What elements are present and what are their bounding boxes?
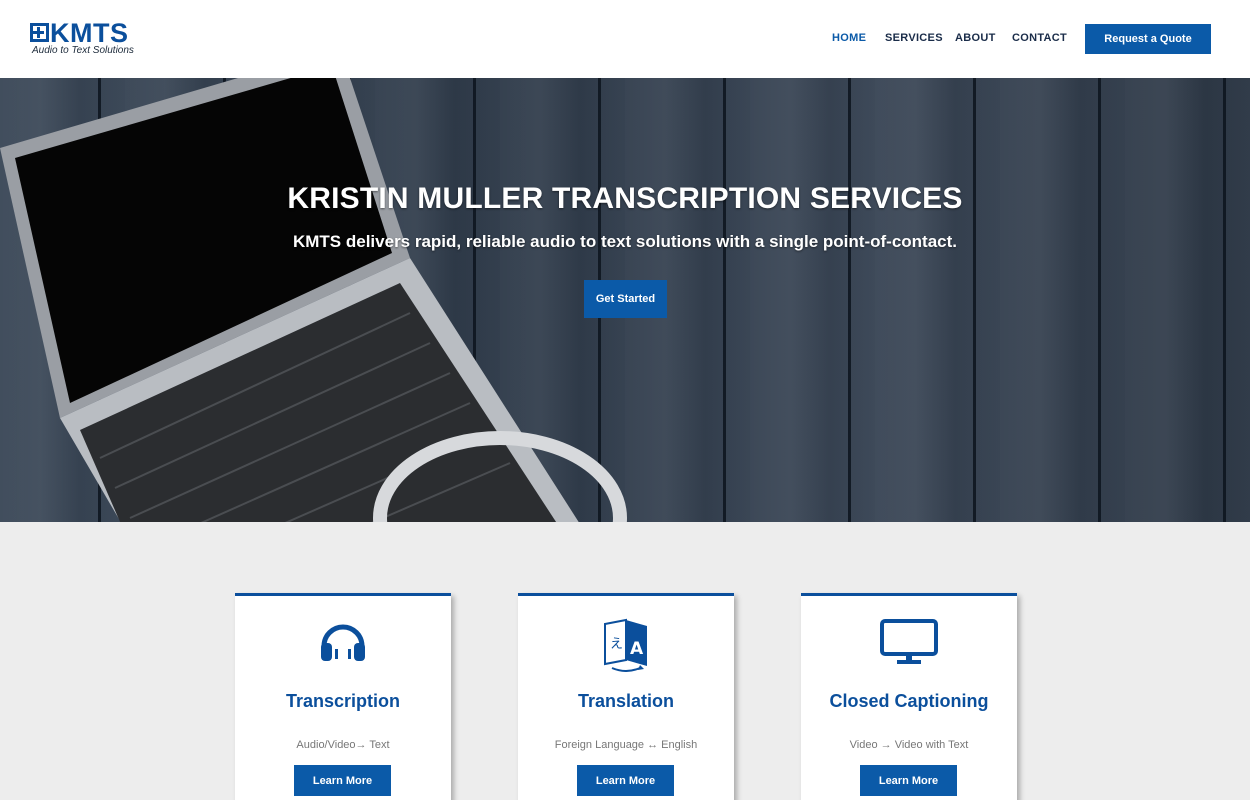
- service-description: Audio/Video→ Text: [296, 739, 390, 751]
- service-card-closed-captioning: Closed Captioning Video → Video with Tex…: [801, 593, 1017, 800]
- learn-more-button[interactable]: Learn More: [294, 765, 391, 796]
- nav-services[interactable]: SERVICES: [885, 32, 943, 44]
- monitor-icon: [801, 618, 1017, 668]
- request-quote-button[interactable]: Request a Quote: [1085, 24, 1211, 54]
- nav-contact[interactable]: CONTACT: [1012, 32, 1067, 44]
- logo-wordmark: KMTS: [50, 18, 129, 48]
- service-title: Translation: [577, 691, 675, 711]
- svg-text:え: え: [610, 637, 623, 652]
- service-description: Foreign Language ↔ English: [554, 739, 698, 751]
- hero-subtitle: KMTS delivers rapid, reliable audio to t…: [292, 232, 957, 251]
- site-header: KMTS Audio to Text Solutions HOME SERVIC…: [0, 0, 1250, 78]
- svg-text:A: A: [630, 639, 644, 659]
- get-started-button[interactable]: Get Started: [584, 280, 667, 318]
- translate-icon: え A: [518, 618, 734, 672]
- service-description: Video → Video with Text: [849, 739, 969, 751]
- logo-tagline: Audio to Text Solutions: [32, 45, 134, 56]
- logo-mark-icon: [30, 23, 49, 42]
- nav-home[interactable]: HOME: [832, 32, 866, 44]
- learn-more-button[interactable]: Learn More: [577, 765, 674, 796]
- headphones-icon: [235, 618, 451, 668]
- kmts-logo[interactable]: KMTS Audio to Text Solutions: [30, 18, 142, 58]
- service-card-transcription: Transcription Audio/Video→ Text Learn Mo…: [235, 593, 451, 800]
- learn-more-button[interactable]: Learn More: [860, 765, 957, 796]
- laptop-headphones-image: [0, 78, 627, 522]
- service-title: Transcription: [285, 691, 401, 711]
- hero-banner: KRISTIN MULLER TRANSCRIPTION SERVICES KM…: [0, 78, 1250, 522]
- service-card-translation: え A Translation Foreign Language ↔ Engli…: [518, 593, 734, 800]
- hero-title: KRISTIN MULLER TRANSCRIPTION SERVICES: [287, 182, 963, 215]
- nav-about[interactable]: ABOUT: [955, 32, 996, 44]
- service-title: Closed Captioning: [829, 691, 989, 711]
